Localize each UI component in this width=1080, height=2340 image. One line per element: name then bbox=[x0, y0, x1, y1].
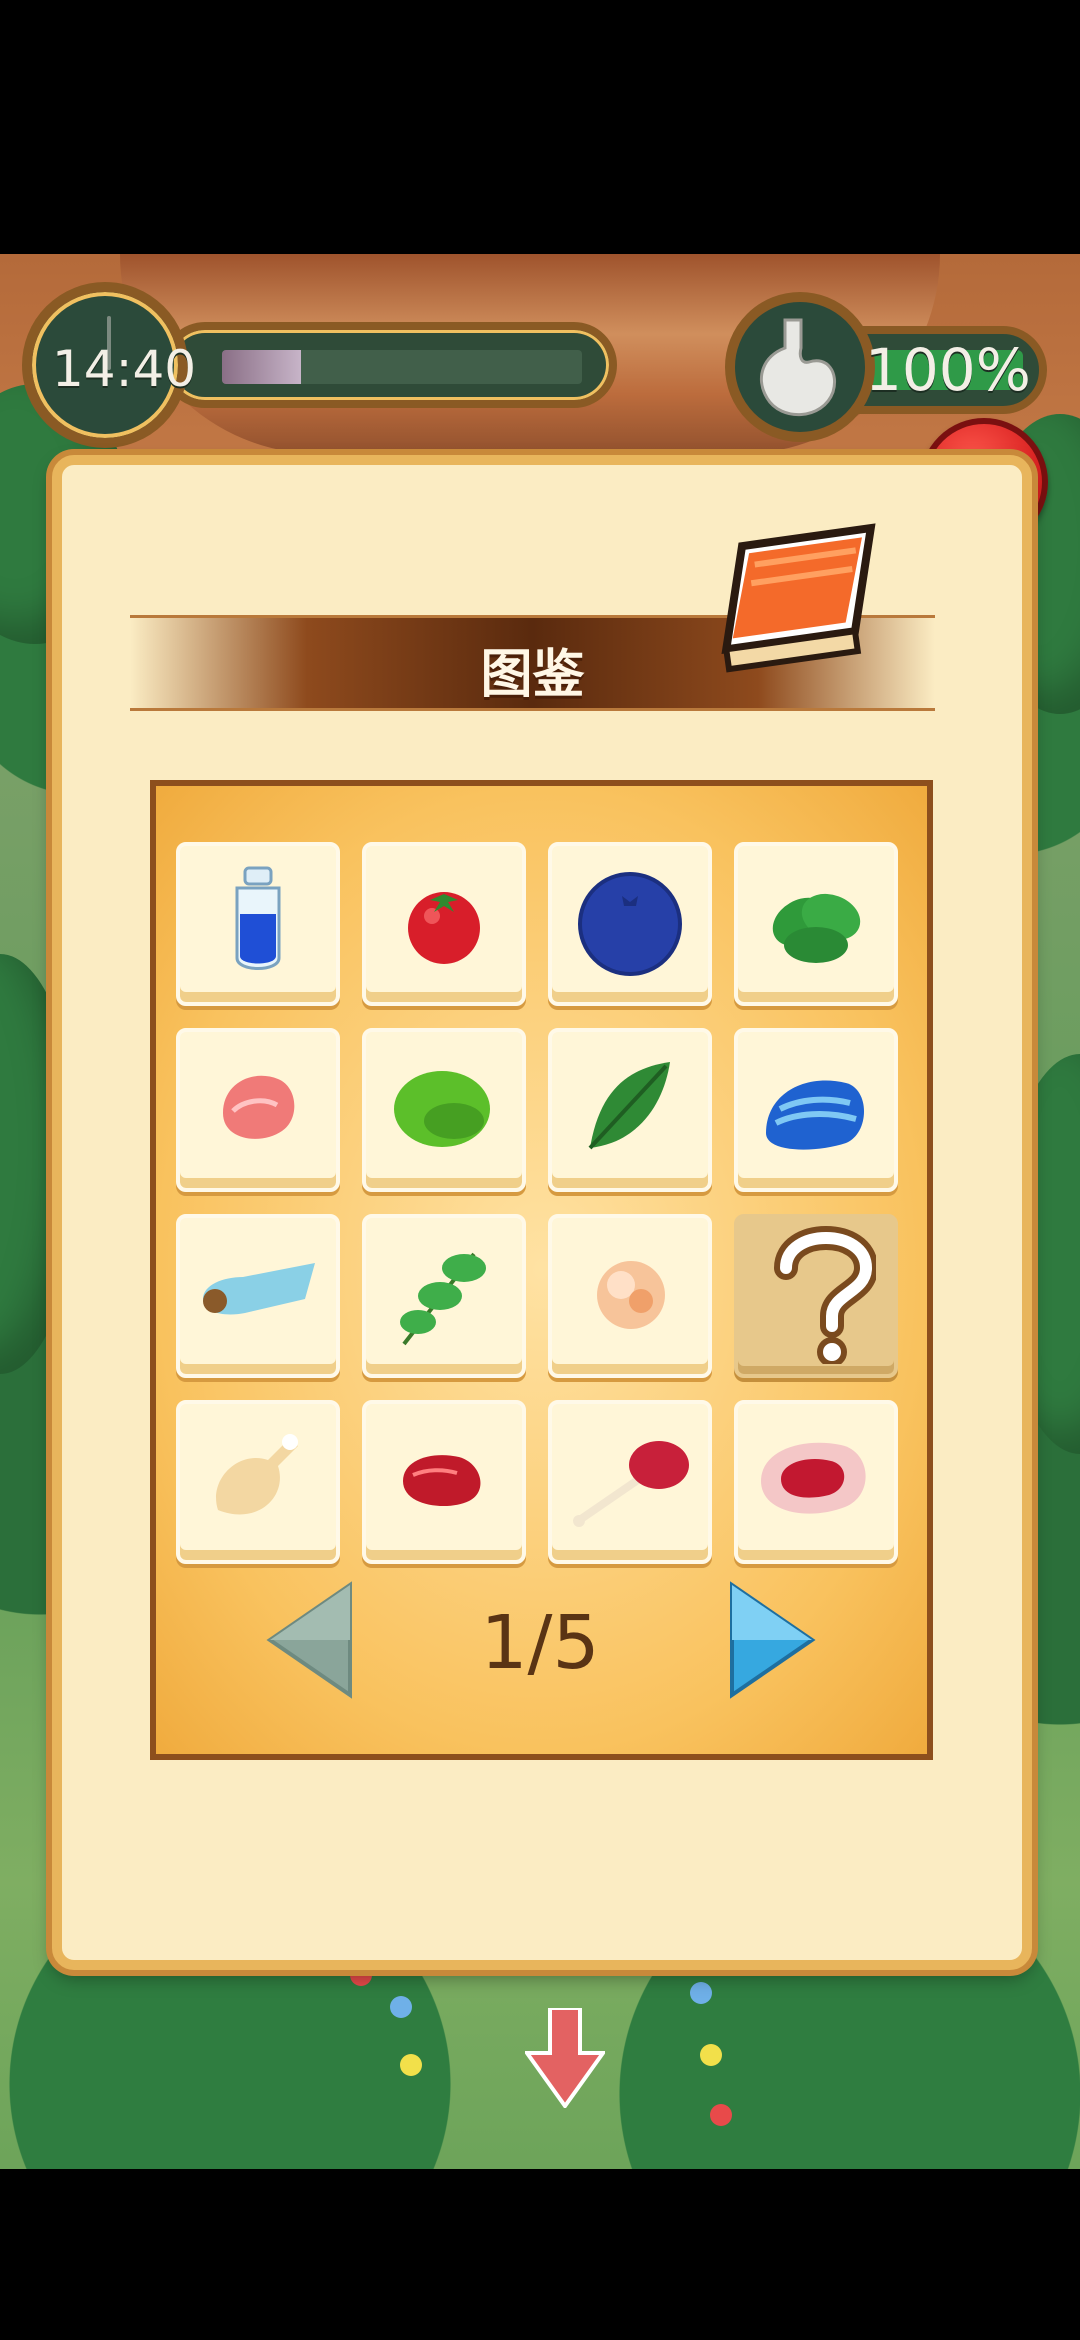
time-hud: 14:40 bbox=[22, 282, 617, 452]
herb-sprig-icon bbox=[384, 1234, 504, 1358]
tomato-icon bbox=[394, 872, 494, 976]
time-progress-fill bbox=[222, 350, 302, 384]
book-icon bbox=[721, 523, 876, 673]
meat-on-bone-icon bbox=[565, 1425, 695, 1539]
horn-shell-icon bbox=[193, 1249, 323, 1343]
item-cell[interactable] bbox=[548, 1028, 712, 1192]
item-cell[interactable] bbox=[176, 842, 340, 1006]
time-progress-bar bbox=[162, 322, 617, 408]
item-cell[interactable] bbox=[362, 1400, 526, 1564]
stomach-icon bbox=[725, 292, 875, 442]
raw-meat-icon bbox=[203, 1053, 313, 1167]
next-page-button[interactable] bbox=[722, 1580, 822, 1700]
flower bbox=[390, 1996, 412, 2018]
item-cell[interactable] bbox=[176, 1028, 340, 1192]
item-cell[interactable] bbox=[734, 1028, 898, 1192]
flower bbox=[690, 1982, 712, 2004]
steak-icon bbox=[751, 1425, 881, 1539]
stomach-percent: 100% bbox=[865, 336, 1031, 404]
chicken-drumstick-icon bbox=[198, 1420, 318, 1544]
flower bbox=[400, 2054, 422, 2076]
item-cell[interactable] bbox=[362, 842, 526, 1006]
page-indicator: 1/5 bbox=[480, 1600, 600, 1686]
flower bbox=[710, 2104, 732, 2126]
exit-down-arrow-icon[interactable] bbox=[525, 2008, 605, 2108]
blue-shell-icon bbox=[756, 1053, 876, 1167]
prev-page-button[interactable] bbox=[260, 1580, 360, 1700]
blue-potion-icon bbox=[213, 862, 303, 986]
item-cell[interactable] bbox=[548, 1214, 712, 1378]
green-leaf-icon bbox=[570, 1048, 690, 1172]
item-cell[interactable] bbox=[362, 1028, 526, 1192]
item-cell[interactable] bbox=[734, 1214, 898, 1378]
item-cell[interactable] bbox=[176, 1400, 340, 1564]
spinach-icon bbox=[756, 867, 876, 981]
unknown-question-icon bbox=[756, 1224, 879, 1368]
blueberry-icon bbox=[570, 862, 690, 986]
green-mango-icon bbox=[384, 1053, 504, 1167]
item-cell[interactable] bbox=[362, 1214, 526, 1378]
item-cell[interactable] bbox=[548, 842, 712, 1006]
item-cell[interactable] bbox=[176, 1214, 340, 1378]
item-cell[interactable] bbox=[734, 1400, 898, 1564]
flower bbox=[700, 2044, 722, 2066]
item-cell[interactable] bbox=[548, 1400, 712, 1564]
shrimp-meat-icon bbox=[575, 1239, 685, 1353]
red-meat-chunk-icon bbox=[389, 1435, 499, 1529]
item-cell[interactable] bbox=[734, 842, 898, 1006]
time-text: 14:40 bbox=[52, 340, 197, 398]
